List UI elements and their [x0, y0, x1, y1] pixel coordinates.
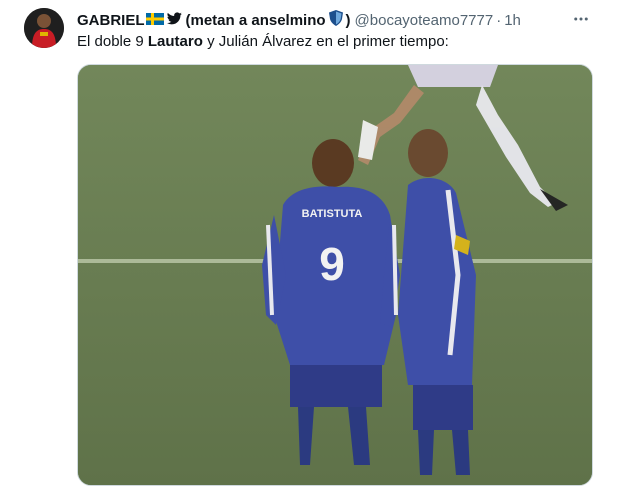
- video-frame: BATISTUTA 9: [78, 65, 592, 485]
- avatar-image: [24, 8, 64, 48]
- shield-icon: [328, 10, 343, 30]
- tweet-text-bold[interactable]: Lautaro: [148, 33, 203, 50]
- sweden-flag-icon: [145, 12, 164, 29]
- more-icon: [574, 17, 588, 21]
- tweet-header: GABRIEL (metan a anselmino ) @bocayoteam…: [77, 9, 521, 31]
- avatar[interactable]: [24, 8, 64, 48]
- player-name: BATISTUTA: [302, 208, 363, 220]
- tweet-text: El doble 9 Lautaro y Julián Álvarez en e…: [77, 32, 449, 52]
- player-number: 9: [319, 238, 345, 290]
- tweet-media-video[interactable]: BATISTUTA 9: [77, 64, 593, 486]
- timestamp[interactable]: 1h: [504, 12, 521, 29]
- separator-dot: ·: [496, 11, 502, 29]
- display-name-close: ): [345, 11, 351, 29]
- display-name[interactable]: GABRIEL: [77, 12, 145, 29]
- tweet[interactable]: GABRIEL (metan a anselmino ) @bocayoteam…: [0, 0, 622, 486]
- bird-icon: [166, 11, 182, 29]
- more-options-button[interactable]: [570, 8, 592, 30]
- user-handle[interactable]: @bocayoteamo7777: [355, 12, 494, 29]
- tweet-text-part2: y Julián Álvarez en el primer tiempo:: [202, 33, 449, 50]
- display-name-suffix: (metan a anselmino: [185, 11, 326, 29]
- tweet-text-part1: El doble 9: [77, 33, 148, 50]
